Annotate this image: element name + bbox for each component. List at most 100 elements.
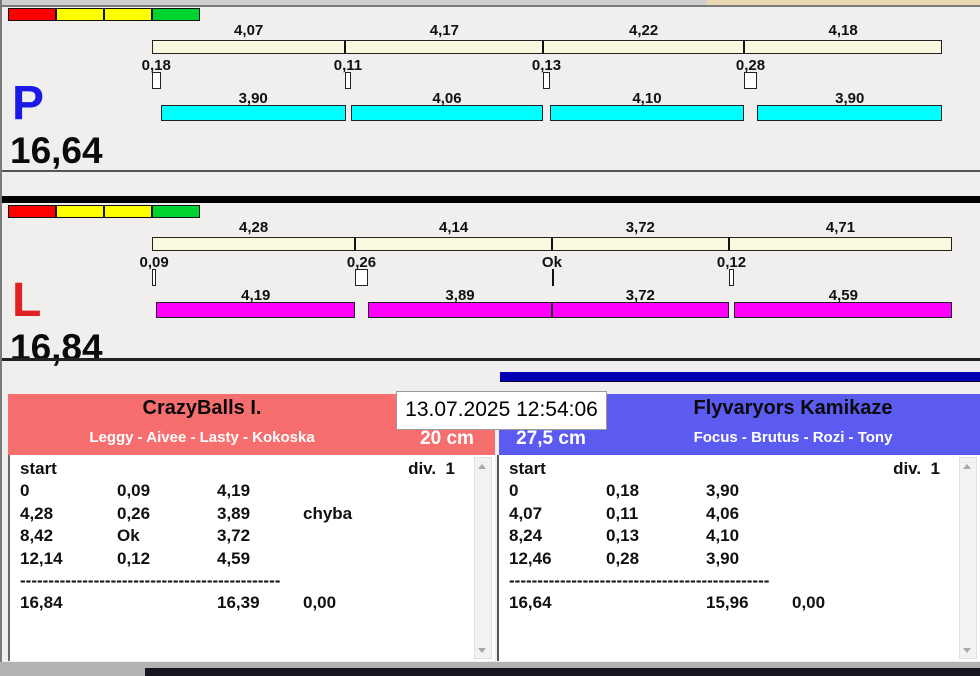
split-time-label: 4,17 [429, 22, 459, 39]
result-cell: 0,26 [117, 503, 151, 523]
totals-row: 16,64 15,96 0,00 [499, 592, 980, 614]
changeover-gap-box [152, 72, 161, 89]
result-cell: 4,28 [20, 503, 54, 523]
scroll-down-icon[interactable] [475, 642, 489, 658]
result-cell: chyba [303, 503, 353, 523]
lane-chart: 4,28 4,14 3,72 4,71 0,09 0,26 Ok 0,12 4,19 3,89 3,… [8, 205, 980, 358]
split-divider-tick [727, 237, 730, 251]
team-name: CrazyBalls I. [142, 397, 262, 419]
dog-run-time-label: 3,90 [238, 90, 268, 107]
result-cell: 0,28 [606, 548, 640, 568]
total-cell: 16,39 [217, 593, 260, 613]
changeover-gap-box [743, 72, 758, 89]
changeover-ok-tick [551, 269, 554, 286]
split-time-label: 4,71 [825, 219, 856, 236]
dog-run-bar [757, 105, 943, 121]
lane-total-time: 16,64 [10, 130, 103, 171]
split-divider-tick [550, 237, 553, 251]
changeover-gap-box [345, 72, 351, 89]
changeover-time-label: 0,11 [333, 57, 363, 74]
split-time-label: 3,72 [625, 219, 655, 236]
dog-run-bar [549, 105, 745, 121]
result-cell: 8,42 [20, 526, 54, 546]
totals-row: 16,84 16,39 0,00 [10, 592, 495, 614]
result-cell: Ok [117, 526, 140, 546]
lane-chart: 4,07 4,17 4,22 4,18 0,18 0,11 0,13 0,28 3,90 4,06… [8, 8, 980, 170]
dog-run-time-label: 4,06 [432, 90, 462, 107]
team-dogs: Focus - Brutus - Rozi - Tony [693, 429, 893, 446]
split-time-label: 4,14 [439, 219, 469, 236]
lane-p-section: 4,07 4,17 4,22 4,18 0,18 0,11 0,13 0,28 3,90 4,06… [8, 8, 980, 170]
jump-height-label: 20 cm [420, 428, 474, 449]
result-cell: 0,18 [606, 481, 640, 501]
dog-run-bar [160, 105, 346, 121]
result-list[interactable]: start div. 1 0 0,09 4,19 4,28 0,26 3,89 chyba 8… [8, 455, 495, 661]
panel-top-border [0, 5, 980, 7]
start-label: start [509, 459, 546, 478]
result-cell: 0 [509, 481, 519, 501]
result-cell: 0,12 [117, 548, 151, 568]
changeover-time-label: Ok [541, 254, 562, 271]
split-total-bar [152, 40, 943, 54]
result-cell: 0,11 [606, 503, 639, 523]
dog-run-time-label: 3,89 [445, 287, 475, 304]
result-cell: 4,10 [706, 526, 740, 546]
dog-run-bar [350, 105, 544, 121]
flyball-timer-window: 4,07 4,17 4,22 4,18 0,18 0,11 0,13 0,28 3,90 4,06… [0, 0, 980, 676]
result-row: 12,14 0,12 4,59 [10, 548, 495, 570]
start-label: start [20, 459, 57, 478]
dog-run-time-label: 4,59 [828, 287, 858, 304]
dog-run-time-label: 4,10 [632, 90, 662, 107]
scrollbar[interactable] [474, 457, 492, 659]
lane-p-bottom-border [2, 170, 980, 172]
result-row: 4,28 0,26 3,89 chyba [10, 503, 495, 525]
result-row: 8,42 Ok 3,72 [10, 525, 495, 547]
lane-divider [2, 196, 980, 203]
scrollbar[interactable] [959, 457, 977, 659]
changeover-time-label: 0,28 [735, 57, 766, 74]
scroll-up-icon[interactable] [475, 458, 489, 474]
result-list[interactable]: start div. 1 0 0,18 3,90 4,07 0,11 4,06 8,24 0,… [497, 455, 980, 661]
result-cell: 4,06 [706, 503, 740, 523]
changeover-gap-box [728, 269, 735, 286]
split-divider-tick [344, 40, 347, 54]
race-progress-bar [500, 372, 980, 382]
result-header-row: start div. 1 [499, 458, 980, 480]
division-label: div. 1 [893, 459, 940, 478]
taskbar-sliver [145, 668, 980, 676]
split-time-label: 4,22 [629, 22, 659, 39]
changeover-gap-box [152, 269, 157, 286]
split-time-label: 4,28 [239, 219, 269, 236]
dog-run-bar [367, 302, 553, 318]
result-cell: 4,59 [217, 548, 251, 568]
result-cell: 0,09 [117, 481, 151, 501]
lane-letter: P [12, 77, 45, 130]
changeover-gap-box [355, 269, 368, 286]
result-cell: 3,72 [217, 526, 251, 546]
window-left-border [0, 0, 2, 676]
result-cell: 3,90 [706, 548, 740, 568]
result-cell: 3,90 [706, 481, 740, 501]
separator-row: ----------------------------------------… [20, 570, 281, 590]
result-header-row: start div. 1 [10, 458, 495, 480]
split-divider-tick [542, 40, 545, 54]
changeover-time-label: 0,09 [139, 254, 169, 271]
changeover-time-label: 0,12 [716, 254, 747, 271]
total-cell: 16,84 [20, 593, 63, 613]
total-cell: 0,00 [303, 593, 337, 613]
changeover-time-label: 0,26 [346, 254, 377, 271]
jump-height-label: 27,5 cm [516, 428, 586, 449]
split-time-label: 4,07 [234, 22, 264, 39]
team-name: Flyvaryors Kamikaze [693, 397, 893, 419]
scroll-up-icon[interactable] [960, 458, 974, 474]
result-row: 4,07 0,11 4,06 [499, 503, 980, 525]
result-cell: 0,13 [606, 526, 640, 546]
changeover-gap-box [543, 72, 550, 89]
dog-run-bar [734, 302, 953, 318]
result-rows: 0 0,09 4,19 4,28 0,26 3,89 chyba 8,42 Ok 3,72 12,1… [10, 480, 495, 614]
result-cell: 3,89 [217, 503, 251, 523]
result-row: 8,24 0,13 4,10 [499, 525, 980, 547]
scroll-down-icon[interactable] [960, 642, 974, 658]
dog-run-bar [551, 302, 729, 318]
team-dogs: Leggy - Aivee - Lasty - Kokoska [89, 429, 315, 446]
